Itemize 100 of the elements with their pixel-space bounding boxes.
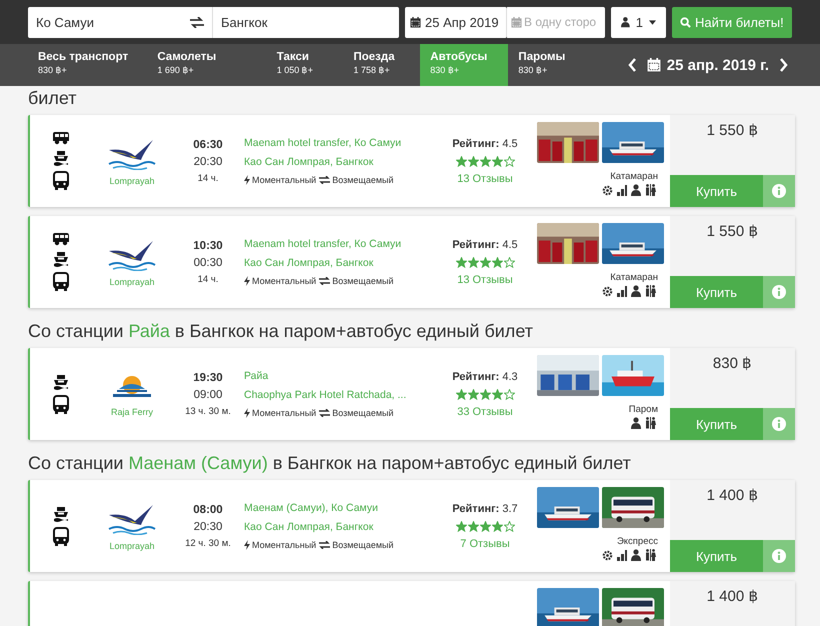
date-field[interactable]: 25 Апр 2019 — [405, 6, 507, 38]
info-icon — [772, 417, 786, 431]
star-icon — [480, 520, 490, 532]
search-button[interactable]: Найти билеты! — [672, 6, 792, 38]
rating-label: Рейтинг: — [452, 138, 500, 150]
star-icon — [504, 388, 514, 400]
rating-label: Рейтинг: — [452, 502, 500, 514]
calendar-icon — [646, 58, 661, 72]
duration: 14 ч. — [198, 274, 218, 284]
info-button[interactable] — [763, 408, 795, 440]
arrival-time: 09:00 — [194, 388, 222, 400]
departure-place-link[interactable]: Маенам (Самуи), Ко Самуи — [244, 502, 436, 514]
transport-tab[interactable]: Паромы 830 ฿+ — [508, 44, 628, 86]
reviews-link[interactable]: 7 Отзывы — [460, 538, 510, 550]
swap-icon — [319, 541, 330, 549]
transport-tab[interactable]: Весь транспорт 830 ฿+ — [28, 44, 148, 86]
star-icon — [456, 256, 466, 268]
star-icon — [456, 388, 466, 400]
bus-icon — [52, 171, 70, 191]
star-icon — [492, 388, 502, 400]
rating-value: 3.7 — [502, 502, 518, 514]
destination-field[interactable]: Бангкок — [213, 6, 399, 38]
departure-place-link[interactable]: Maenam hotel transfer, Ко Самуи — [244, 238, 436, 250]
passengers-dropdown[interactable]: 1 — [611, 6, 666, 38]
duration: 13 ч. 30 м. — [185, 406, 231, 416]
lightning-icon — [244, 540, 250, 550]
chevron-right-icon[interactable] — [779, 58, 788, 72]
vehicle-type: Экспресс — [616, 536, 659, 547]
departure-place-link[interactable]: Райа — [244, 370, 436, 382]
restroom-icon — [645, 285, 656, 297]
reviews-link[interactable]: 33 Отзывы — [457, 406, 513, 418]
gear-icon — [602, 286, 613, 297]
swap-icon[interactable] — [190, 16, 204, 28]
star-icon — [468, 388, 478, 400]
star-icon — [468, 520, 478, 532]
gear-icon — [602, 185, 613, 196]
vehicle-type: Катамаран — [610, 171, 659, 182]
vehicle-type: Паром — [628, 404, 659, 415]
search-icon — [680, 16, 691, 28]
chevron-left-icon[interactable] — [628, 58, 637, 72]
operator-name: Lomprayah — [109, 176, 155, 186]
info-button[interactable] — [763, 175, 795, 207]
ticket-feature: Моментальный — [252, 276, 316, 286]
ticket-price: 1 550 ฿ — [706, 222, 758, 240]
section-heading: Со станции — [28, 453, 124, 473]
rating-label: Рейтинг: — [452, 238, 500, 250]
transport-tab[interactable]: Такси 1 050 ฿+ — [266, 44, 344, 86]
ticket-feature: Моментальный — [252, 175, 316, 185]
section-heading: в Бангкок на паром+автобус единый билет — [272, 453, 631, 473]
bars-icon — [617, 550, 627, 561]
lightning-icon — [244, 408, 250, 418]
ship-icon — [53, 374, 69, 390]
swap-icon — [319, 277, 330, 285]
star-icon — [468, 156, 478, 166]
operator-name: Lomprayah — [109, 541, 155, 551]
caret-icon — [649, 20, 656, 24]
station-name: Райа — [128, 321, 170, 341]
person-icon — [621, 16, 630, 28]
arrival-time: 00:30 — [194, 256, 222, 268]
restroom-icon — [645, 417, 656, 429]
departure-time: 06:30 — [193, 138, 223, 150]
buy-button[interactable]: Купить — [670, 276, 763, 308]
arrival-place-link[interactable]: Као Сан Ломпрая, Бангкок — [244, 156, 436, 168]
reviews-link[interactable]: 13 Отзывы — [457, 274, 513, 286]
transport-tab[interactable]: Автобусы 830 ฿+ — [420, 44, 508, 86]
star-icon — [492, 256, 502, 268]
restroom-icon — [645, 184, 656, 196]
buy-button[interactable]: Купить — [670, 540, 763, 572]
star-icon — [492, 520, 502, 532]
station-name: Маенам (Самуи) — [128, 453, 268, 473]
buy-button[interactable]: Купить — [670, 175, 763, 207]
ticket-price: 1 400 ฿ — [706, 486, 758, 504]
info-button[interactable] — [763, 276, 795, 308]
star-icon — [504, 156, 514, 166]
reviews-link[interactable]: 13 Отзывы — [457, 172, 513, 184]
rating-label: Рейтинг: — [452, 370, 500, 382]
return-date-field[interactable]: В одну сторо — [507, 6, 605, 38]
bus-icon — [52, 394, 70, 414]
arrival-place-link[interactable]: Као Сан Ломпрая, Бангкок — [244, 521, 436, 533]
lightning-icon — [244, 175, 250, 185]
ticket-feature: Возмещаемый — [332, 276, 394, 286]
departure-place-link[interactable]: Maenam hotel transfer, Ко Самуи — [244, 137, 436, 149]
ship-icon — [53, 251, 69, 267]
section-heading: в Бангкок на паром+автобус единый билет — [174, 321, 533, 341]
arrival-place-link[interactable]: Као Сан Ломпрая, Бангкок — [244, 257, 436, 269]
info-icon — [772, 549, 786, 563]
transport-tab[interactable]: Самолеты 1 690 ฿+ — [147, 44, 267, 86]
rating-value: 4.5 — [502, 238, 518, 250]
gear-icon — [602, 550, 613, 561]
star-icon — [480, 388, 490, 400]
info-button[interactable] — [763, 540, 795, 572]
origin-field[interactable]: Ко Самуи — [28, 6, 213, 38]
transport-tab[interactable]: Поезда 1 758 ฿+ — [344, 44, 420, 86]
lightning-icon — [244, 276, 250, 286]
arrival-place-link[interactable]: Chaophya Park Hotel Ratchada, ... — [244, 389, 436, 401]
van-icon — [52, 232, 70, 246]
star-icon — [504, 520, 514, 532]
calendar-icon — [410, 16, 421, 28]
duration: 14 ч. — [198, 172, 218, 184]
buy-button[interactable]: Купить — [670, 408, 763, 440]
